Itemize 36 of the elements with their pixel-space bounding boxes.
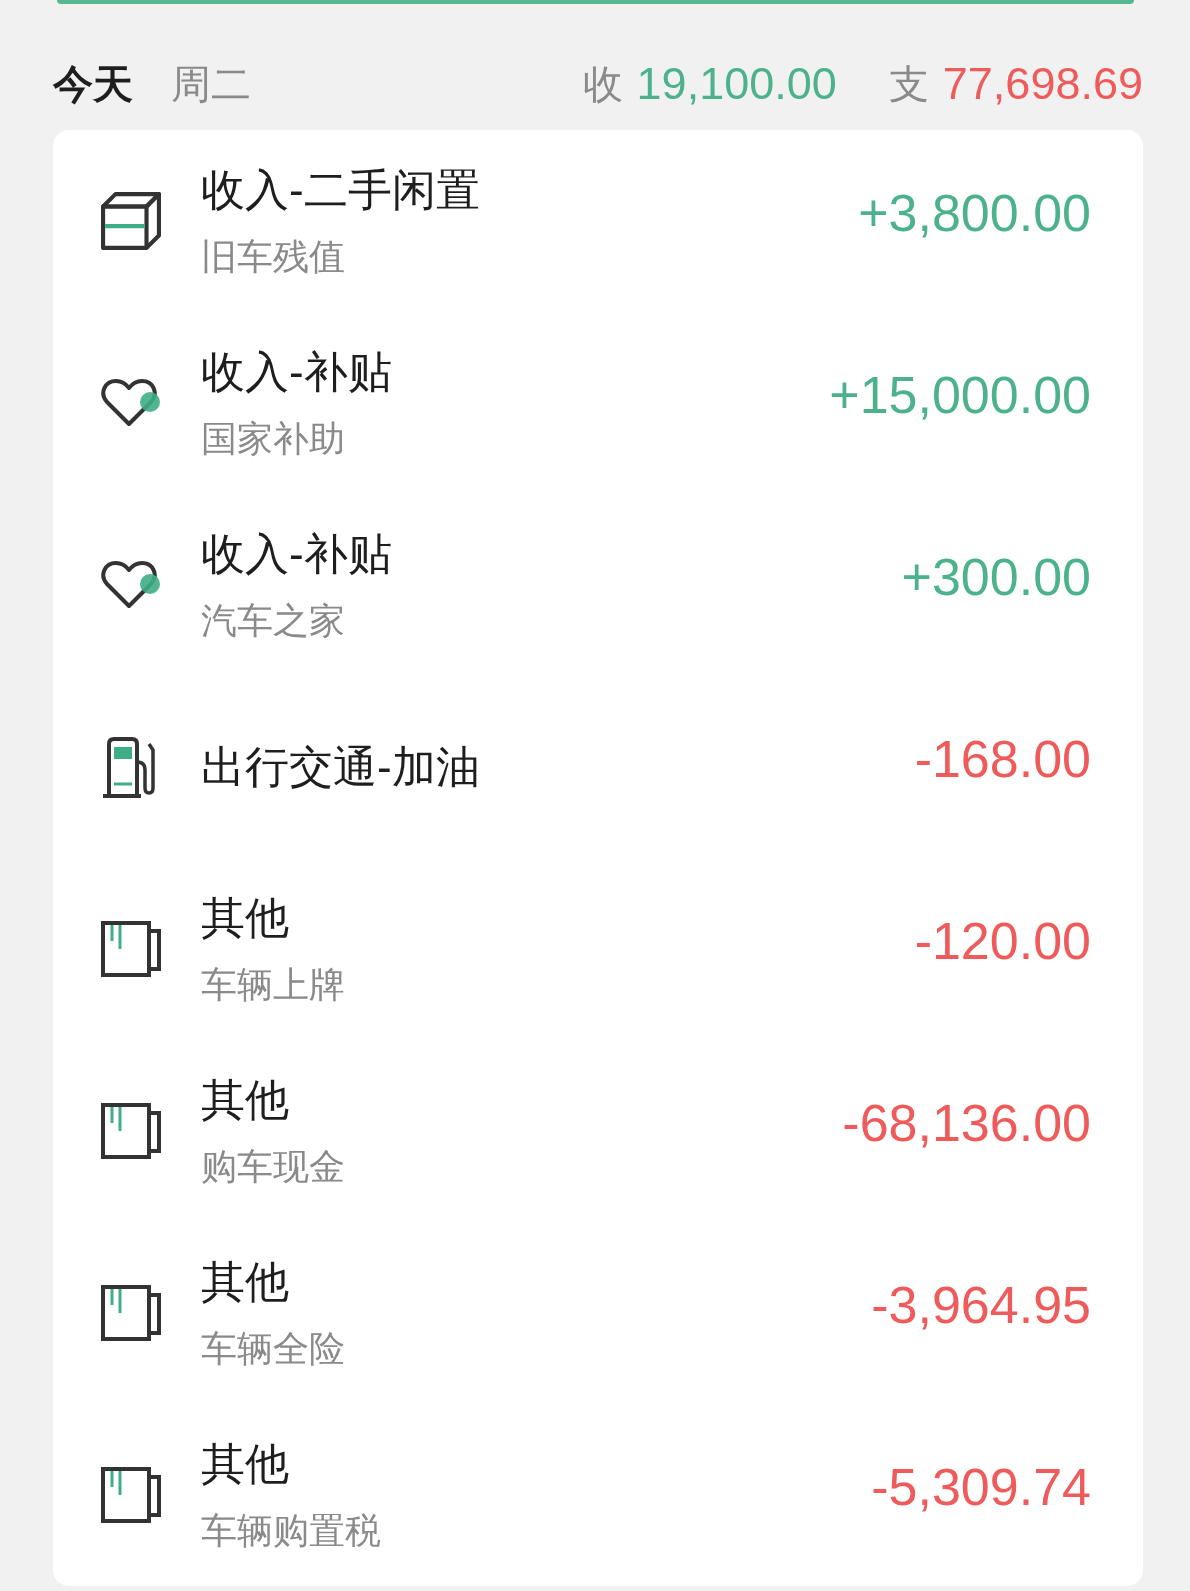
amount-text: -168.00	[914, 729, 1091, 789]
category-title: 其他	[201, 1438, 289, 1490]
mug-icon	[101, 1285, 161, 1341]
note-text: 车辆购置税	[201, 1509, 381, 1553]
amount-text: +3,800.00	[858, 183, 1091, 243]
heart-icon	[101, 560, 161, 610]
amount-text: -5,309.74	[871, 1457, 1091, 1517]
mug-icon	[101, 921, 161, 977]
amount-text: -68,136.00	[842, 1093, 1091, 1153]
expense-total: 77,698.69	[942, 58, 1143, 110]
mug-icon	[101, 1103, 161, 1159]
category-title: 其他	[201, 892, 289, 944]
category-title: 其他	[201, 1074, 289, 1126]
note-text: 车辆上牌	[201, 963, 345, 1007]
day-label: 今天	[53, 60, 133, 108]
weekday-label: 周二	[171, 60, 251, 108]
category-title: 收入-补贴	[201, 528, 392, 580]
amount-text: +15,000.00	[829, 365, 1091, 425]
category-title: 出行交通-加油	[201, 741, 480, 793]
note-text: 汽车之家	[201, 599, 345, 643]
amount-text: +300.00	[901, 547, 1091, 607]
category-title: 收入-补贴	[201, 346, 392, 398]
note-text: 购车现金	[201, 1145, 345, 1189]
note-text: 旧车残值	[201, 235, 345, 279]
amount-text: -3,964.95	[871, 1275, 1091, 1335]
category-title: 其他	[201, 1256, 289, 1308]
category-title: 收入-二手闲置	[201, 164, 480, 216]
box-icon	[101, 192, 161, 250]
note-text: 车辆全险	[201, 1327, 345, 1371]
expense-label: 支	[888, 60, 929, 108]
heart-icon	[101, 378, 161, 428]
amount-text: -120.00	[914, 911, 1091, 971]
note-text: 国家补助	[201, 417, 345, 461]
income-total: 19,100.00	[636, 58, 837, 110]
income-label: 收	[582, 60, 623, 108]
mug-icon	[101, 1467, 161, 1523]
